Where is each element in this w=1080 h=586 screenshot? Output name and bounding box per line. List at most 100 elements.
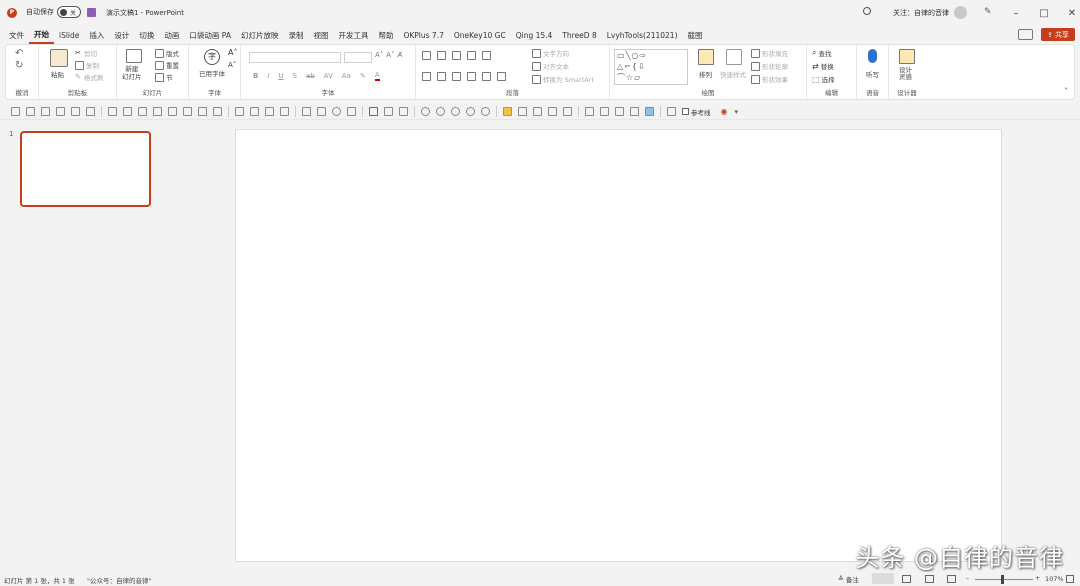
zoom-in-button[interactable]: + <box>1035 574 1040 582</box>
align-middle-tool-icon[interactable] <box>168 107 177 116</box>
paste-button[interactable]: 粘贴 <box>51 69 64 79</box>
fit-to-window-icon[interactable] <box>1066 575 1074 583</box>
design-ideas-icon[interactable] <box>899 49 915 64</box>
line-spacing-icon[interactable] <box>482 51 491 60</box>
shape-connector-icon[interactable]: ⌐ <box>624 62 632 71</box>
distribute-tool-icon[interactable] <box>41 107 50 116</box>
shapes-gallery[interactable]: ▭╲○⇨ △⌐{⇩ ⌒☆▱ <box>614 49 688 85</box>
slide-thumbnail[interactable] <box>20 131 151 207</box>
minimize-button[interactable]: – <box>1002 0 1030 26</box>
align-left-tool-icon[interactable] <box>108 107 117 116</box>
bold-icon[interactable]: B <box>253 72 258 80</box>
tab-12[interactable]: 帮助 <box>373 26 398 44</box>
pen-icon[interactable]: ✎ <box>984 7 992 17</box>
tab-14[interactable]: OneKey10 GC <box>449 26 511 44</box>
align-left-icon[interactable] <box>422 72 431 81</box>
reading-view-icon[interactable] <box>925 575 934 583</box>
shape-star-icon[interactable]: ☆ <box>626 73 634 82</box>
shape-arrow-icon[interactable]: ⇨ <box>639 51 647 60</box>
replace-button[interactable]: 替换 <box>821 61 834 71</box>
columns-icon[interactable] <box>497 72 506 81</box>
crop-shape-icon[interactable] <box>600 107 609 116</box>
shape-curve-icon[interactable]: ⌒ <box>617 73 626 82</box>
tab-16[interactable]: ThreeD 8 <box>557 26 601 44</box>
distribute-h-tool-icon[interactable] <box>198 107 207 116</box>
cut-button[interactable]: 剪切 <box>84 48 97 58</box>
shapes-tool-icon[interactable] <box>347 107 356 116</box>
copy-button[interactable]: 复制 <box>86 60 99 70</box>
shape-callout-icon[interactable]: ▱ <box>634 73 641 82</box>
shape-effects-button[interactable]: 形状效果 <box>762 74 788 84</box>
text-direction-button[interactable]: 文字方向 <box>543 48 569 58</box>
tab-0[interactable]: 文件 <box>4 26 29 44</box>
quick-styles-button[interactable]: 快速样式 <box>720 69 746 79</box>
selection-pane-icon[interactable] <box>585 107 594 116</box>
picture-tool-icon[interactable] <box>384 107 393 116</box>
new-slide-button[interactable]: 新建 幻灯片 <box>122 65 142 81</box>
reset-button[interactable]: 重置 <box>166 60 179 70</box>
undo-icon[interactable]: ↶ <box>15 48 23 59</box>
share-button[interactable]: ⇪ 共享 <box>1041 28 1075 41</box>
paste-icon[interactable] <box>50 49 68 67</box>
tab-3[interactable]: 插入 <box>84 26 109 44</box>
increase-indent-icon[interactable] <box>467 51 476 60</box>
search-icon[interactable] <box>863 7 871 15</box>
textbox-tool-icon[interactable] <box>369 107 378 116</box>
tab-6[interactable]: 动画 <box>159 26 184 44</box>
tab-17[interactable]: LvyhTools(211021) <box>602 26 683 44</box>
fill-color-icon[interactable] <box>503 107 512 116</box>
merge-combine-icon[interactable] <box>436 107 445 116</box>
tab-10[interactable]: 视图 <box>308 26 333 44</box>
tab-2[interactable]: iSlide <box>54 26 84 44</box>
merge-union-icon[interactable] <box>421 107 430 116</box>
avatar[interactable] <box>954 6 967 19</box>
select-button[interactable]: 选择 <box>822 74 835 84</box>
save-icon[interactable] <box>87 8 96 17</box>
quick-styles-icon[interactable] <box>726 49 742 65</box>
autosave-toggle[interactable]: 关 <box>57 6 81 18</box>
format-tool-icon[interactable] <box>71 107 80 116</box>
bring-forward-icon[interactable] <box>265 107 274 116</box>
find-button[interactable]: 查找 <box>818 48 831 58</box>
eye-icon[interactable]: ◉ <box>721 107 728 116</box>
painter-tool-icon[interactable] <box>86 107 95 116</box>
numbering-icon[interactable] <box>437 51 446 60</box>
tab-15[interactable]: Qing 15.4 <box>511 26 558 44</box>
maximize-button[interactable]: □ <box>1030 0 1058 26</box>
line-color-icon[interactable] <box>518 107 527 116</box>
slide-canvas[interactable] <box>235 129 1002 562</box>
font-size-decrease-icon[interactable]: A˅ <box>228 61 236 69</box>
grow-font-icon[interactable]: A˄ <box>375 51 383 59</box>
design-ideas-button[interactable]: 设计 灵感 <box>899 67 912 81</box>
microphone-icon[interactable] <box>868 49 877 63</box>
ungroup-objects-icon[interactable] <box>250 107 259 116</box>
rounded-rect-tool-icon[interactable] <box>317 107 326 116</box>
bullets-icon[interactable] <box>422 51 431 60</box>
smartart-button[interactable]: 转换为 SmartArt <box>543 74 594 84</box>
tab-18[interactable]: 截图 <box>683 26 708 44</box>
arrange-button[interactable]: 排列 <box>699 69 712 79</box>
tab-13[interactable]: OKPlus 7.7 <box>398 26 448 44</box>
close-button[interactable]: ✕ <box>1058 0 1080 26</box>
customize-toolbar-icon[interactable]: ▾ <box>734 108 738 116</box>
shape-fill-button[interactable]: 形状填充 <box>762 48 788 58</box>
new-slide-icon[interactable] <box>126 49 142 63</box>
color-picker-icon[interactable] <box>645 107 654 116</box>
tab-5[interactable]: 切换 <box>134 26 159 44</box>
font-color-icon[interactable]: A <box>374 71 380 81</box>
align-text-button[interactable]: 对齐文本 <box>543 61 569 71</box>
star-tool-icon[interactable] <box>563 107 572 116</box>
user-name[interactable]: 关注：自律的音律 <box>893 8 949 18</box>
font-name-combo[interactable] <box>249 52 341 63</box>
tab-4[interactable]: 设计 <box>109 26 134 44</box>
zoom-level[interactable]: 107% <box>1045 575 1064 583</box>
align-bottom-tool-icon[interactable] <box>183 107 192 116</box>
zoom-slider-thumb[interactable] <box>1001 575 1004 584</box>
shape-outline-button[interactable]: 形状轮廓 <box>762 61 788 71</box>
comments-icon[interactable] <box>1018 29 1033 40</box>
decrease-indent-icon[interactable] <box>452 51 461 60</box>
crop-tool-icon[interactable] <box>399 107 408 116</box>
justify-icon[interactable] <box>467 72 476 81</box>
shape-rectangle-icon[interactable]: ▭ <box>617 51 626 60</box>
merge-subtract-icon[interactable] <box>481 107 490 116</box>
